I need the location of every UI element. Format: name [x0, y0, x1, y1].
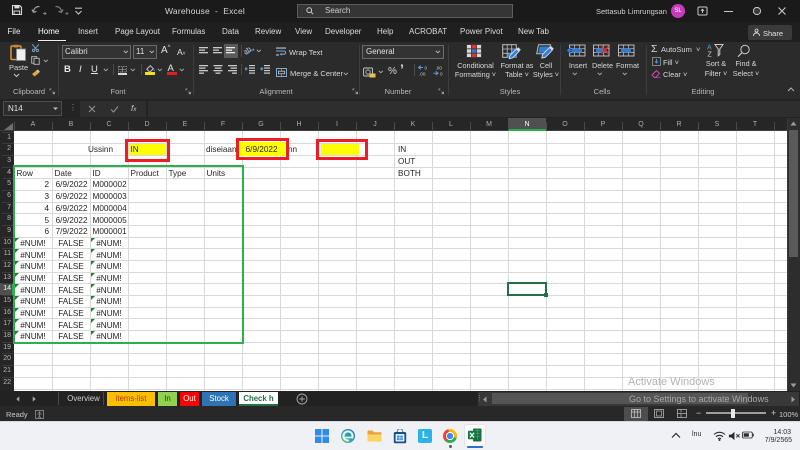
svg-text:0: 0 — [440, 71, 443, 76]
svg-text:A: A — [707, 45, 712, 52]
svg-text:.00: .00 — [419, 71, 426, 76]
svg-text:.00: .00 — [436, 65, 443, 70]
svg-text:0: 0 — [425, 65, 428, 70]
svg-text:Z: Z — [708, 52, 713, 58]
